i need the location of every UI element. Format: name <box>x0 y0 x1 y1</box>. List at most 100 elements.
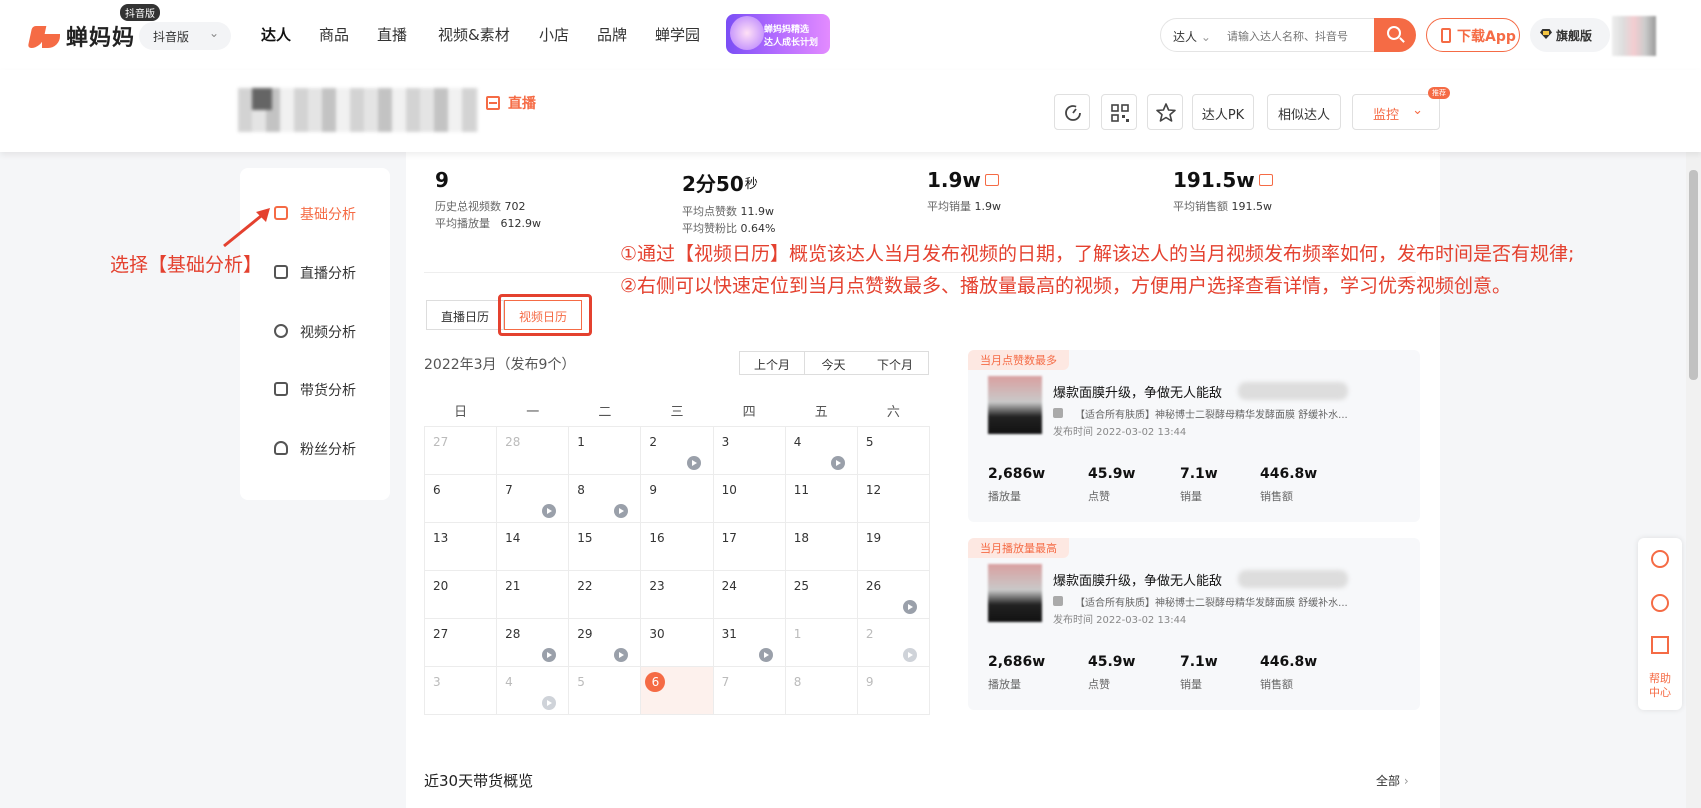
calendar-day[interactable]: 15 <box>568 521 642 571</box>
calendar-day[interactable]: 17 <box>712 521 786 571</box>
trend-chart-icon[interactable] <box>984 174 999 186</box>
video-thumbnail[interactable] <box>988 376 1042 434</box>
favorite-button[interactable] <box>1147 94 1183 130</box>
calendar-day[interactable]: 27 <box>423 617 498 667</box>
video-title[interactable]: 爆款面膜升级，争做无人能敌 <box>1053 382 1222 401</box>
video-play-icon[interactable] <box>614 503 629 518</box>
calendar-day[interactable]: 13 <box>423 521 498 571</box>
calendar-day[interactable]: 31 <box>712 617 786 667</box>
sidebar-item-video-analysis[interactable]: 视频分析 <box>274 322 356 342</box>
chat-icon[interactable] <box>1651 594 1669 612</box>
calendar-day[interactable]: 11 <box>784 473 858 523</box>
page-scrollbar[interactable] <box>1686 70 1701 808</box>
calendar-day[interactable]: 24 <box>712 569 786 619</box>
sidebar-item-fans-analysis[interactable]: 粉丝分析 <box>274 439 356 459</box>
calendar-day[interactable]: 3 <box>423 665 498 715</box>
nav-item-live[interactable]: 直播 <box>377 24 407 45</box>
platform-select[interactable]: 抖音版 ⌄ <box>139 22 231 50</box>
video-play-icon[interactable] <box>830 455 845 470</box>
video-play-icon[interactable] <box>686 455 701 470</box>
calendar-day[interactable]: 23 <box>640 569 714 619</box>
calendar-day[interactable]: 27 <box>423 425 498 475</box>
calendar-day[interactable]: 8 <box>784 665 858 715</box>
avatar[interactable] <box>1612 16 1656 56</box>
nav-item-products[interactable]: 商品 <box>319 24 349 45</box>
refresh-button[interactable] <box>1054 94 1090 130</box>
nav-item-brands[interactable]: 品牌 <box>597 24 627 45</box>
video-play-icon[interactable] <box>542 647 557 662</box>
calendar-day[interactable]: 1 <box>568 425 642 475</box>
nav-item-videos[interactable]: 视频&素材 <box>438 24 510 45</box>
calendar-day[interactable]: 4 <box>784 425 858 475</box>
calendar-day[interactable]: 6 <box>423 473 498 523</box>
video-play-icon[interactable] <box>542 695 557 710</box>
video-title[interactable]: 爆款面膜升级，争做无人能敌 <box>1053 570 1222 589</box>
calendar-day[interactable]: 7 <box>496 473 570 523</box>
nav-item-shops[interactable]: 小店 <box>539 24 569 45</box>
calendar-day[interactable]: 5 <box>856 425 931 475</box>
video-play-icon[interactable] <box>903 599 917 614</box>
sidebar-item-live-analysis[interactable]: 直播分析 <box>274 263 356 283</box>
search-type-select[interactable]: 达人 ⌄ <box>1173 28 1211 45</box>
flagship-badge[interactable]: 旗舰版 <box>1530 18 1610 52</box>
calendar-day[interactable]: 6 <box>640 665 714 715</box>
similar-creators-button[interactable]: 相似达人 <box>1267 94 1341 130</box>
sidebar-item-basic-analysis[interactable]: 基础分析 <box>274 204 356 224</box>
calendar-day[interactable]: 28 <box>496 617 570 667</box>
nav-item-academy[interactable]: 蝉学园 <box>655 24 700 45</box>
calendar-day[interactable]: 3 <box>712 425 786 475</box>
calendar-day[interactable]: 29 <box>568 617 642 667</box>
calendar-day[interactable]: 20 <box>423 569 498 619</box>
trend-chart-icon[interactable] <box>1258 174 1273 186</box>
calendar-day[interactable]: 4 <box>496 665 570 715</box>
calendar-day[interactable]: 2 <box>856 617 931 667</box>
calendar-day[interactable]: 12 <box>856 473 931 523</box>
calendar-day[interactable]: 21 <box>496 569 570 619</box>
video-product[interactable]: 【适合所有肤质】神秘博士二裂酵母精华发酵面膜 舒缓补水... <box>1053 406 1403 421</box>
today-button[interactable]: 今天 <box>805 351 863 375</box>
calendar-day[interactable]: 8 <box>568 473 642 523</box>
sidebar-item-sales-analysis[interactable]: 带货分析 <box>274 380 356 400</box>
next-month-button[interactable]: 下个月 <box>862 351 929 375</box>
calendar-day[interactable]: 9 <box>640 473 714 523</box>
video-thumbnail[interactable] <box>988 564 1042 622</box>
monitor-button[interactable]: 监控 ⌄ <box>1352 94 1440 130</box>
view-all-link[interactable]: 全部 › <box>1376 772 1409 789</box>
tab-live-calendar[interactable]: 直播日历 <box>426 300 505 330</box>
video-play-icon[interactable] <box>903 647 917 662</box>
service-icon[interactable] <box>1651 550 1669 568</box>
download-app-button[interactable]: 下载App <box>1426 18 1520 52</box>
calendar-day[interactable]: 18 <box>784 521 858 571</box>
calendar-day[interactable]: 25 <box>784 569 858 619</box>
prev-month-button[interactable]: 上个月 <box>739 351 805 375</box>
promo-banner[interactable]: 蝉妈妈精选 达人成长计划 <box>726 14 830 54</box>
video-play-icon[interactable] <box>758 647 773 662</box>
calendar-day[interactable]: 9 <box>856 665 931 715</box>
top-liked-video-card[interactable]: 当月点赞数最多 爆款面膜升级，争做无人能敌 【适合所有肤质】神秘博士二裂酵母精华… <box>968 350 1420 522</box>
calendar-day[interactable]: 26 <box>856 569 931 619</box>
nav-item-creators[interactable]: 达人 <box>261 24 291 45</box>
calendar-day[interactable]: 19 <box>856 521 931 571</box>
calendar-day[interactable]: 30 <box>640 617 714 667</box>
qrcode-icon[interactable] <box>1651 636 1669 654</box>
calendar-day[interactable]: 1 <box>784 617 858 667</box>
video-product[interactable]: 【适合所有肤质】神秘博士二裂酵母精华发酵面膜 舒缓补水... <box>1053 594 1403 609</box>
calendar-day[interactable]: 10 <box>712 473 786 523</box>
top-played-video-card[interactable]: 当月播放量最高 爆款面膜升级，争做无人能敌 【适合所有肤质】神秘博士二裂酵母精华… <box>968 538 1420 710</box>
calendar-day[interactable]: 28 <box>496 425 570 475</box>
logo[interactable]: 蝉妈妈 <box>27 20 135 52</box>
help-center-button[interactable]: 帮助 中心 <box>1638 672 1682 700</box>
calendar-day[interactable]: 16 <box>640 521 714 571</box>
calendar-day[interactable]: 2 <box>640 425 714 475</box>
video-play-icon[interactable] <box>614 647 629 662</box>
calendar-day[interactable]: 5 <box>568 665 642 715</box>
search-button[interactable] <box>1374 18 1416 52</box>
creator-pk-button[interactable]: 达人PK <box>1192 94 1254 130</box>
calendar-day[interactable]: 14 <box>496 521 570 571</box>
video-play-icon[interactable] <box>542 503 557 518</box>
search-input[interactable] <box>1227 25 1377 47</box>
qrcode-button[interactable] <box>1101 94 1137 130</box>
calendar-day[interactable]: 22 <box>568 569 642 619</box>
scrollbar-thumb[interactable] <box>1689 170 1698 380</box>
calendar-day[interactable]: 7 <box>712 665 786 715</box>
